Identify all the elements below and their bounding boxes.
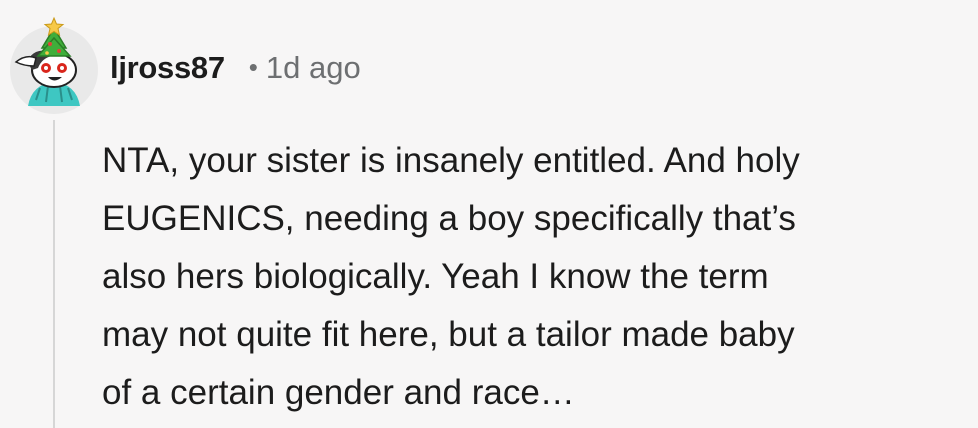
username-link[interactable]: ljross87	[110, 50, 225, 86]
comment-body: NTA, your sister is insanely entitled. A…	[102, 132, 970, 422]
comment-timestamp[interactable]: 1d ago	[266, 50, 361, 86]
comment: ljross87 • 1d ago NTA, your sister is in…	[0, 0, 978, 428]
comment-line: NTA, your sister is insanely entitled. A…	[102, 141, 800, 180]
user-avatar[interactable]	[6, 14, 102, 114]
comment-line: also hers biologically. Yeah I know the …	[102, 257, 769, 296]
comment-meta: ljross87 • 1d ago	[110, 46, 361, 90]
comment-line: EUGENICS, needing a boy specifically tha…	[102, 199, 796, 238]
thread-line[interactable]	[53, 120, 55, 428]
snoo-avatar-icon	[10, 16, 98, 114]
meta-separator: •	[248, 51, 258, 82]
comment-line: may not quite fit here, but a tailor mad…	[102, 315, 795, 354]
comment-line: of a certain gender and race…	[102, 373, 575, 412]
